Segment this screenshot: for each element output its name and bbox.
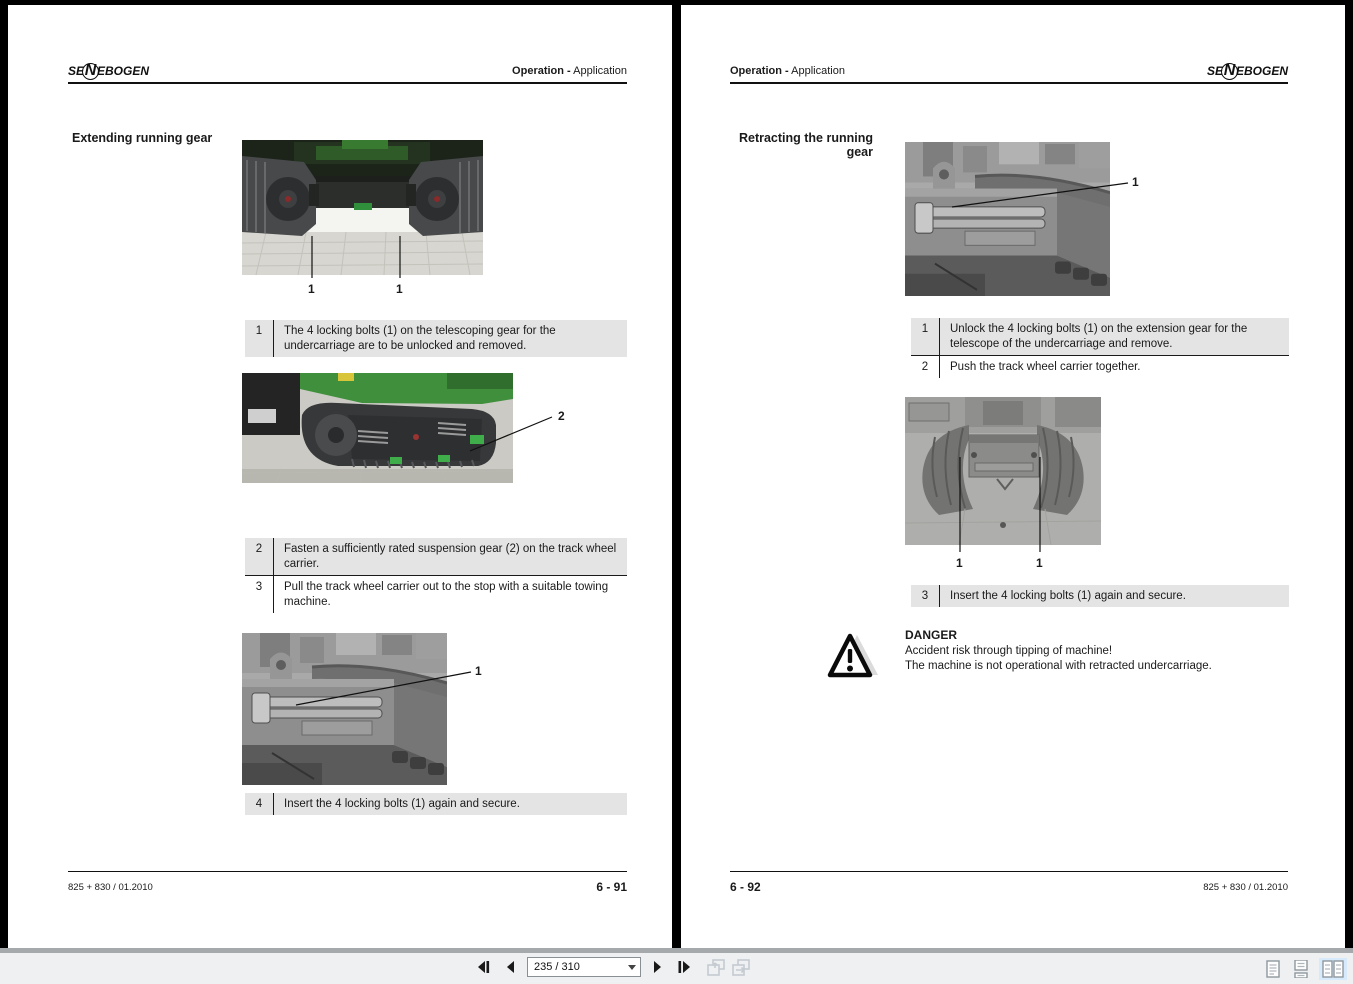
step-row: 3 Pull the track wheel carrier out to th… xyxy=(245,575,627,613)
step-table: 3 Insert the 4 locking bolts (1) again a… xyxy=(911,585,1289,607)
danger-block: DANGER Accident risk through tipping of … xyxy=(905,628,1285,674)
figure-locking-bolts: 1 xyxy=(242,633,497,790)
document-page-left: SE N EBOGEN Operation - Application Extend… xyxy=(8,5,672,948)
callout-label-1: 1 xyxy=(308,282,315,296)
header-section: Application xyxy=(791,65,845,77)
first-page-button[interactable] xyxy=(474,958,493,976)
header-rule xyxy=(730,82,1288,84)
warning-triangle-icon xyxy=(827,633,878,678)
step-row: 4 Insert the 4 locking bolts (1) again a… xyxy=(245,793,627,815)
sennebogen-logo: SE N EBOGEN xyxy=(1207,62,1288,80)
logo-text: EBOGEN xyxy=(97,63,150,78)
pdf-viewer-canvas: SE N EBOGEN Operation - Application Extend… xyxy=(0,0,1353,984)
step-text: Fasten a sufficiently rated suspension g… xyxy=(284,543,617,570)
step-row: 2 Fasten a sufficiently rated suspension… xyxy=(245,538,627,575)
page-header: Operation - Application xyxy=(730,65,845,77)
photo-locking-bolts xyxy=(905,142,1110,296)
next-page-button[interactable] xyxy=(650,958,666,976)
header-rule xyxy=(68,82,627,84)
footer-rule xyxy=(68,871,627,872)
sennebogen-logo: SE N EBOGEN xyxy=(68,62,150,80)
section-heading-line1: Retracting the running xyxy=(738,131,873,145)
footer-document-code: 825 + 830 / 01.2010 xyxy=(68,882,153,893)
footer-page-number: 6 - 91 xyxy=(596,880,627,894)
figure-track-side-view: 2 xyxy=(242,373,582,488)
last-page-button[interactable] xyxy=(675,958,694,976)
viewer-toolbar xyxy=(0,948,1353,984)
view-history-group xyxy=(707,958,750,976)
section-heading: Retracting the running gear xyxy=(701,131,873,159)
step-number: 2 xyxy=(245,538,274,575)
figure-retracted-undercarriage: 1 1 xyxy=(905,397,1105,579)
danger-title: DANGER xyxy=(905,628,958,642)
facing-pages-view-icon[interactable] xyxy=(1319,958,1347,980)
first-page-icon xyxy=(478,961,490,973)
callout-label-1: 1 xyxy=(956,556,963,570)
header-chapter: Operation - xyxy=(730,65,789,77)
next-view-icon[interactable] xyxy=(732,958,750,976)
footer-document-code: 825 + 830 / 01.2010 xyxy=(1203,882,1288,893)
step-row: 3 Insert the 4 locking bolts (1) again a… xyxy=(911,585,1289,607)
figure-undercarriage-below: 1 1 xyxy=(242,140,502,300)
last-page-icon xyxy=(678,961,690,973)
combobox-dropdown-icon[interactable] xyxy=(624,958,640,976)
logo-n-emblem-icon: N xyxy=(1220,63,1238,80)
previous-page-icon xyxy=(507,961,514,973)
step-text: Unlock the 4 locking bolts (1) on the ex… xyxy=(950,323,1248,350)
continuous-view-icon[interactable] xyxy=(1291,958,1311,980)
step-table: 2 Fasten a sufficiently rated suspension… xyxy=(245,538,627,613)
step-number: 1 xyxy=(911,318,940,355)
step-number: 4 xyxy=(245,793,274,815)
page-number-combobox[interactable] xyxy=(527,957,641,977)
callout-label-2: 2 xyxy=(558,409,565,423)
photo-track-side-view xyxy=(242,373,513,483)
single-page-view-icon[interactable] xyxy=(1263,958,1283,980)
step-table: 1 The 4 locking bolts (1) on the telesco… xyxy=(245,320,627,357)
page-navigation-group xyxy=(474,957,750,977)
previous-page-button[interactable] xyxy=(502,958,518,976)
step-text: The 4 locking bolts (1) on the telescopi… xyxy=(284,325,556,352)
page-header: Operation - Application xyxy=(512,65,627,77)
page-number-input[interactable] xyxy=(528,961,624,973)
previous-view-icon[interactable] xyxy=(707,958,725,976)
logo-n-emblem-icon: N xyxy=(82,63,100,80)
danger-line: Accident risk through tipping of machine… xyxy=(905,645,1113,657)
callout-label-1: 1 xyxy=(475,664,482,678)
photo-undercarriage-below xyxy=(242,140,483,275)
step-text: Pull the track wheel carrier out to the … xyxy=(284,581,609,608)
section-heading-line2: gear xyxy=(846,145,873,159)
header-chapter: Operation - xyxy=(512,65,571,77)
danger-line: The machine is not operational with retr… xyxy=(905,660,1212,672)
step-number: 3 xyxy=(245,576,274,613)
photo-locking-bolts xyxy=(242,633,447,785)
footer-rule xyxy=(730,871,1288,872)
header-section: Application xyxy=(573,65,627,77)
step-row: 1 The 4 locking bolts (1) on the telesco… xyxy=(245,320,627,357)
step-row: 2 Push the track wheel carrier together. xyxy=(911,355,1289,378)
view-mode-group xyxy=(1263,958,1347,980)
step-text: Insert the 4 locking bolts (1) again and… xyxy=(284,798,520,810)
logo-text: EBOGEN xyxy=(1235,63,1288,78)
next-page-icon xyxy=(654,961,661,973)
step-table: 4 Insert the 4 locking bolts (1) again a… xyxy=(245,793,627,815)
document-page-right: Operation - Application SE N EBOGEN Retrac… xyxy=(681,5,1345,948)
figure-locking-bolts: 1 xyxy=(905,142,1160,301)
step-number: 3 xyxy=(911,585,940,607)
callout-label-1: 1 xyxy=(1132,175,1139,189)
callout-label-1: 1 xyxy=(396,282,403,296)
step-table: 1 Unlock the 4 locking bolts (1) on the … xyxy=(911,318,1289,378)
step-row: 1 Unlock the 4 locking bolts (1) on the … xyxy=(911,318,1289,355)
step-text: Push the track wheel carrier together. xyxy=(950,361,1141,373)
section-heading: Extending running gear xyxy=(72,131,213,145)
step-number: 2 xyxy=(911,356,940,378)
callout-label-1: 1 xyxy=(1036,556,1043,570)
photo-retracted-undercarriage xyxy=(905,397,1101,545)
footer-page-number: 6 - 92 xyxy=(730,880,761,894)
step-text: Insert the 4 locking bolts (1) again and… xyxy=(950,590,1186,602)
step-number: 1 xyxy=(245,320,274,357)
